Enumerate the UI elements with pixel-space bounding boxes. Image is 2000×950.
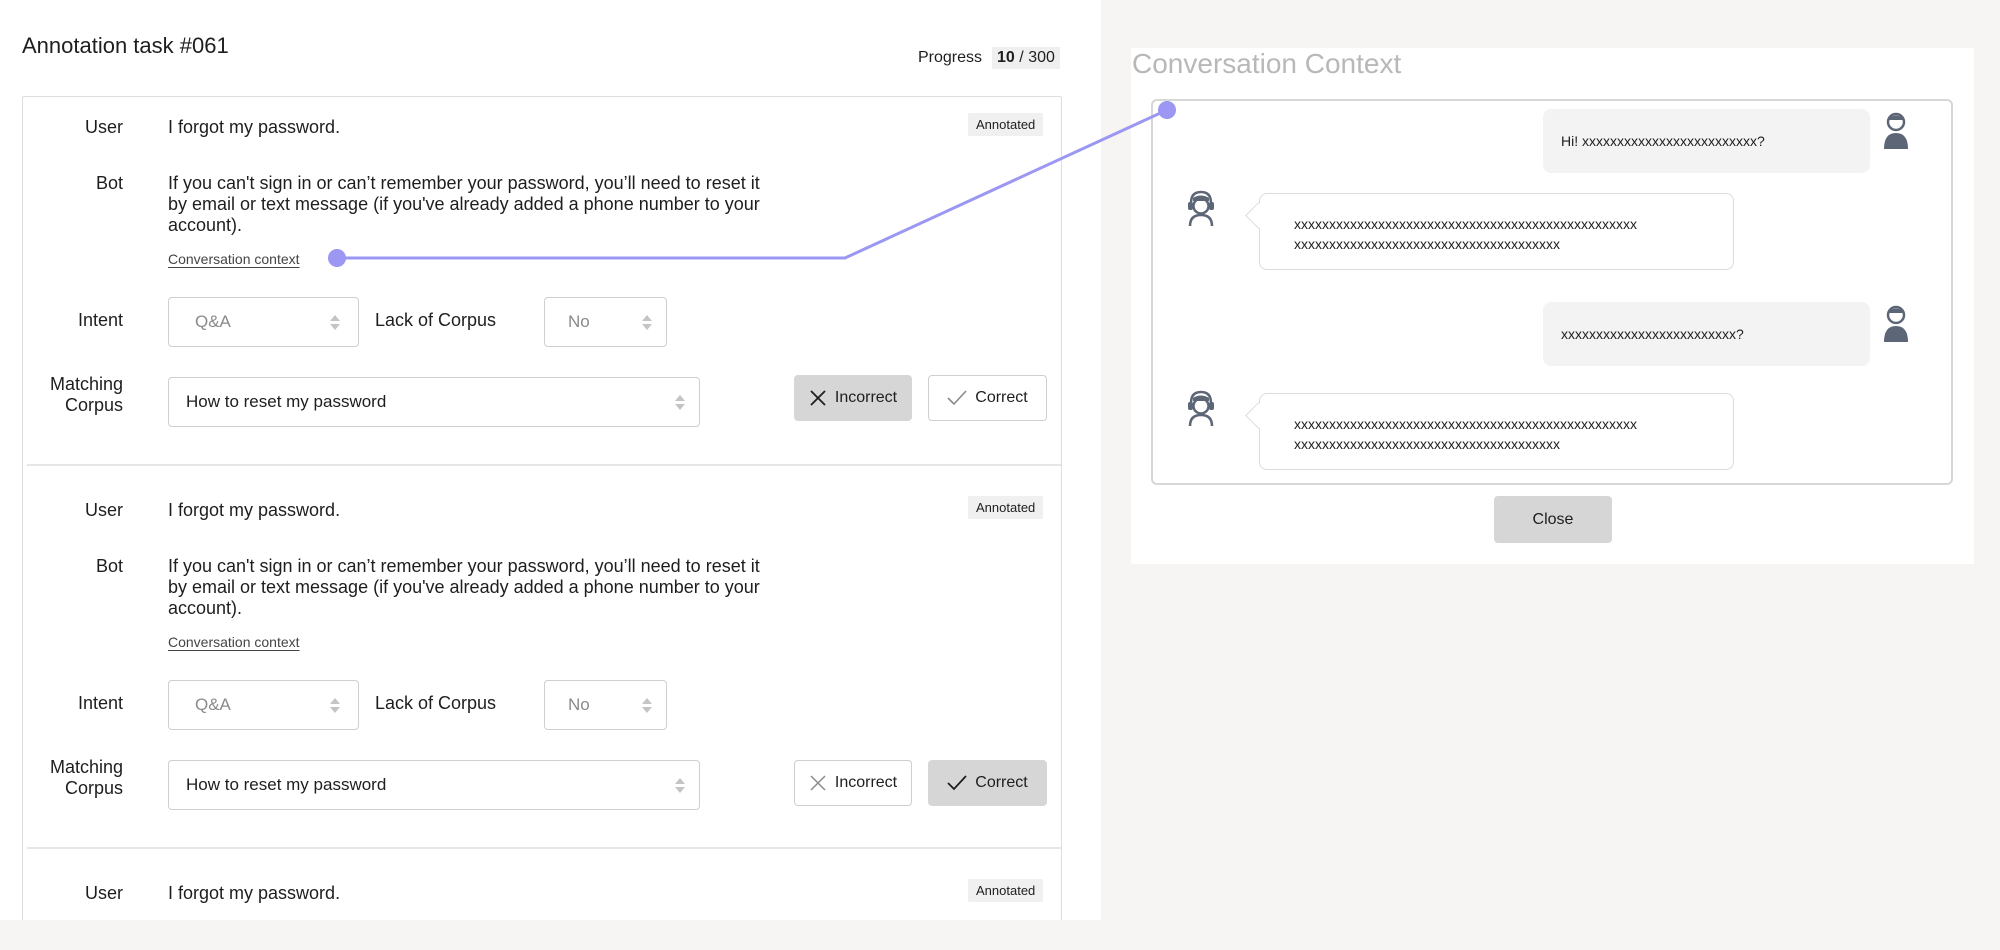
bot-label: Bot: [95, 173, 123, 193]
conversation-context-link[interactable]: Conversation context: [168, 251, 300, 267]
user-message: I forgot my password.: [168, 117, 341, 137]
bot-message-line: by email or text message (if you've alre…: [168, 577, 760, 597]
matching-corpus-value: How to reset my password: [186, 392, 387, 411]
intent-select[interactable]: Q&A: [168, 680, 359, 730]
annotation-list: User I forgot my password. Annotated Bot…: [22, 96, 1062, 920]
support-agent-icon: [1188, 190, 1214, 227]
matching-corpus-label-line: Matching: [49, 757, 123, 777]
lack-of-corpus-label: Lack of Corpus: [375, 693, 497, 713]
matching-corpus-label-line: Corpus: [64, 395, 123, 415]
progress-current: 10: [997, 49, 1015, 66]
intent-select[interactable]: Q&A: [168, 297, 359, 347]
user-label: User: [84, 883, 123, 903]
up-down-arrows-icon: [675, 777, 685, 793]
conversation-context-title: Conversation Context: [1132, 48, 1402, 79]
incorrect-label: Incorrect: [834, 389, 898, 406]
bot-message: If you can't sign in or can’t remember y…: [168, 173, 760, 236]
bot-message-line: account).: [168, 215, 243, 235]
up-down-arrows-icon: [675, 394, 685, 410]
item-divider: [27, 847, 1061, 849]
matching-corpus-label: Matching Corpus: [23, 374, 123, 416]
close-button[interactable]: Close: [1494, 496, 1612, 543]
item-divider: [27, 464, 1061, 466]
up-down-arrows-icon: [330, 697, 340, 713]
close-x-icon: [810, 775, 826, 791]
bot-chat-bubble: xxxxxxxxxxxxxxxxxxxxxxxxxxxxxxxxxxxxxxxx…: [1259, 193, 1734, 270]
annotation-item: User I forgot my password. Annotated Bot…: [23, 97, 1061, 479]
lack-of-corpus-value: No: [568, 695, 590, 714]
check-icon: [947, 775, 967, 791]
lack-of-corpus-label: Lack of Corpus: [375, 310, 497, 330]
intent-value: Q&A: [195, 695, 231, 714]
lack-of-corpus-select[interactable]: No: [544, 680, 667, 730]
user-label: User: [84, 500, 123, 520]
progress-counter: 10 / 300: [992, 47, 1060, 69]
lack-of-corpus-value: No: [568, 312, 590, 331]
matching-corpus-value: How to reset my password: [186, 775, 387, 794]
intent-value: Q&A: [195, 312, 231, 331]
intent-label: Intent: [77, 310, 123, 330]
check-icon: [947, 390, 967, 406]
intent-label: Intent: [77, 693, 123, 713]
bot-message: If you can't sign in or can’t remember y…: [168, 556, 760, 619]
progress-separator: /: [1019, 49, 1024, 66]
bot-message-line: If you can't sign in or can’t remember y…: [168, 556, 760, 576]
correct-button[interactable]: Correct: [928, 375, 1047, 421]
status-badge: Annotated: [968, 879, 1044, 902]
bot-label: Bot: [95, 556, 123, 576]
incorrect-button[interactable]: Incorrect: [794, 375, 912, 421]
annotation-panel: Annotation task #061 Progress 10 / 300 U…: [0, 0, 1101, 920]
incorrect-label: Incorrect: [834, 774, 898, 791]
matching-corpus-label: Matching Corpus: [23, 757, 123, 799]
user-message: I forgot my password.: [168, 883, 341, 903]
user-avatar-icon: [1884, 305, 1908, 342]
progress-label: Progress: [918, 49, 983, 66]
user-chat-bubble: xxxxxxxxxxxxxxxxxxxxxxxxx?: [1543, 302, 1870, 366]
bot-message-line: account).: [168, 598, 243, 618]
bot-message-line: by email or text message (if you've alre…: [168, 194, 760, 214]
page-title: Annotation task #061: [22, 33, 229, 58]
up-down-arrows-icon: [330, 314, 340, 330]
matching-corpus-select[interactable]: How to reset my password: [168, 377, 700, 427]
matching-corpus-label-line: Matching: [49, 374, 123, 394]
up-down-arrows-icon: [642, 314, 652, 330]
conversation-context-link[interactable]: Conversation context: [168, 634, 300, 650]
user-avatar-icon: [1884, 112, 1908, 149]
bot-chat-line: xxxxxxxxxxxxxxxxxxxxxxxxxxxxxxxxxxxxxx: [1294, 436, 1560, 452]
correct-label: Correct: [975, 774, 1028, 791]
correct-button[interactable]: Correct: [928, 760, 1047, 806]
progress-total: 300: [1028, 49, 1055, 66]
chat-window: Hi! xxxxxxxxxxxxxxxxxxxxxxxxx? xxxxxxxxx…: [1151, 99, 1953, 485]
status-badge: Annotated: [968, 113, 1044, 136]
support-agent-icon: [1188, 390, 1214, 427]
progress-indicator: Progress 10 / 300: [918, 47, 1060, 69]
bot-chat-line: xxxxxxxxxxxxxxxxxxxxxxxxxxxxxxxxxxxxxxxx…: [1294, 216, 1637, 232]
incorrect-button[interactable]: Incorrect: [794, 760, 912, 806]
user-label: User: [84, 117, 123, 137]
bot-chat-line: xxxxxxxxxxxxxxxxxxxxxxxxxxxxxxxxxxxxxxxx…: [1294, 416, 1637, 432]
bot-chat-bubble: xxxxxxxxxxxxxxxxxxxxxxxxxxxxxxxxxxxxxxxx…: [1259, 393, 1734, 470]
annotation-item: User I forgot my password. Annotated: [23, 863, 1061, 920]
bot-message-line: If you can't sign in or can’t remember y…: [168, 173, 760, 193]
matching-corpus-select[interactable]: How to reset my password: [168, 760, 700, 810]
matching-corpus-label-line: Corpus: [64, 778, 123, 798]
lack-of-corpus-select[interactable]: No: [544, 297, 667, 347]
bot-chat-line: xxxxxxxxxxxxxxxxxxxxxxxxxxxxxxxxxxxxxx: [1294, 236, 1560, 252]
annotation-item: User I forgot my password. Annotated Bot…: [23, 480, 1061, 862]
close-x-icon: [810, 390, 826, 406]
up-down-arrows-icon: [642, 697, 652, 713]
user-message: I forgot my password.: [168, 500, 341, 520]
status-badge: Annotated: [968, 496, 1044, 519]
user-chat-bubble: Hi! xxxxxxxxxxxxxxxxxxxxxxxxx?: [1543, 109, 1870, 173]
correct-label: Correct: [975, 389, 1028, 406]
